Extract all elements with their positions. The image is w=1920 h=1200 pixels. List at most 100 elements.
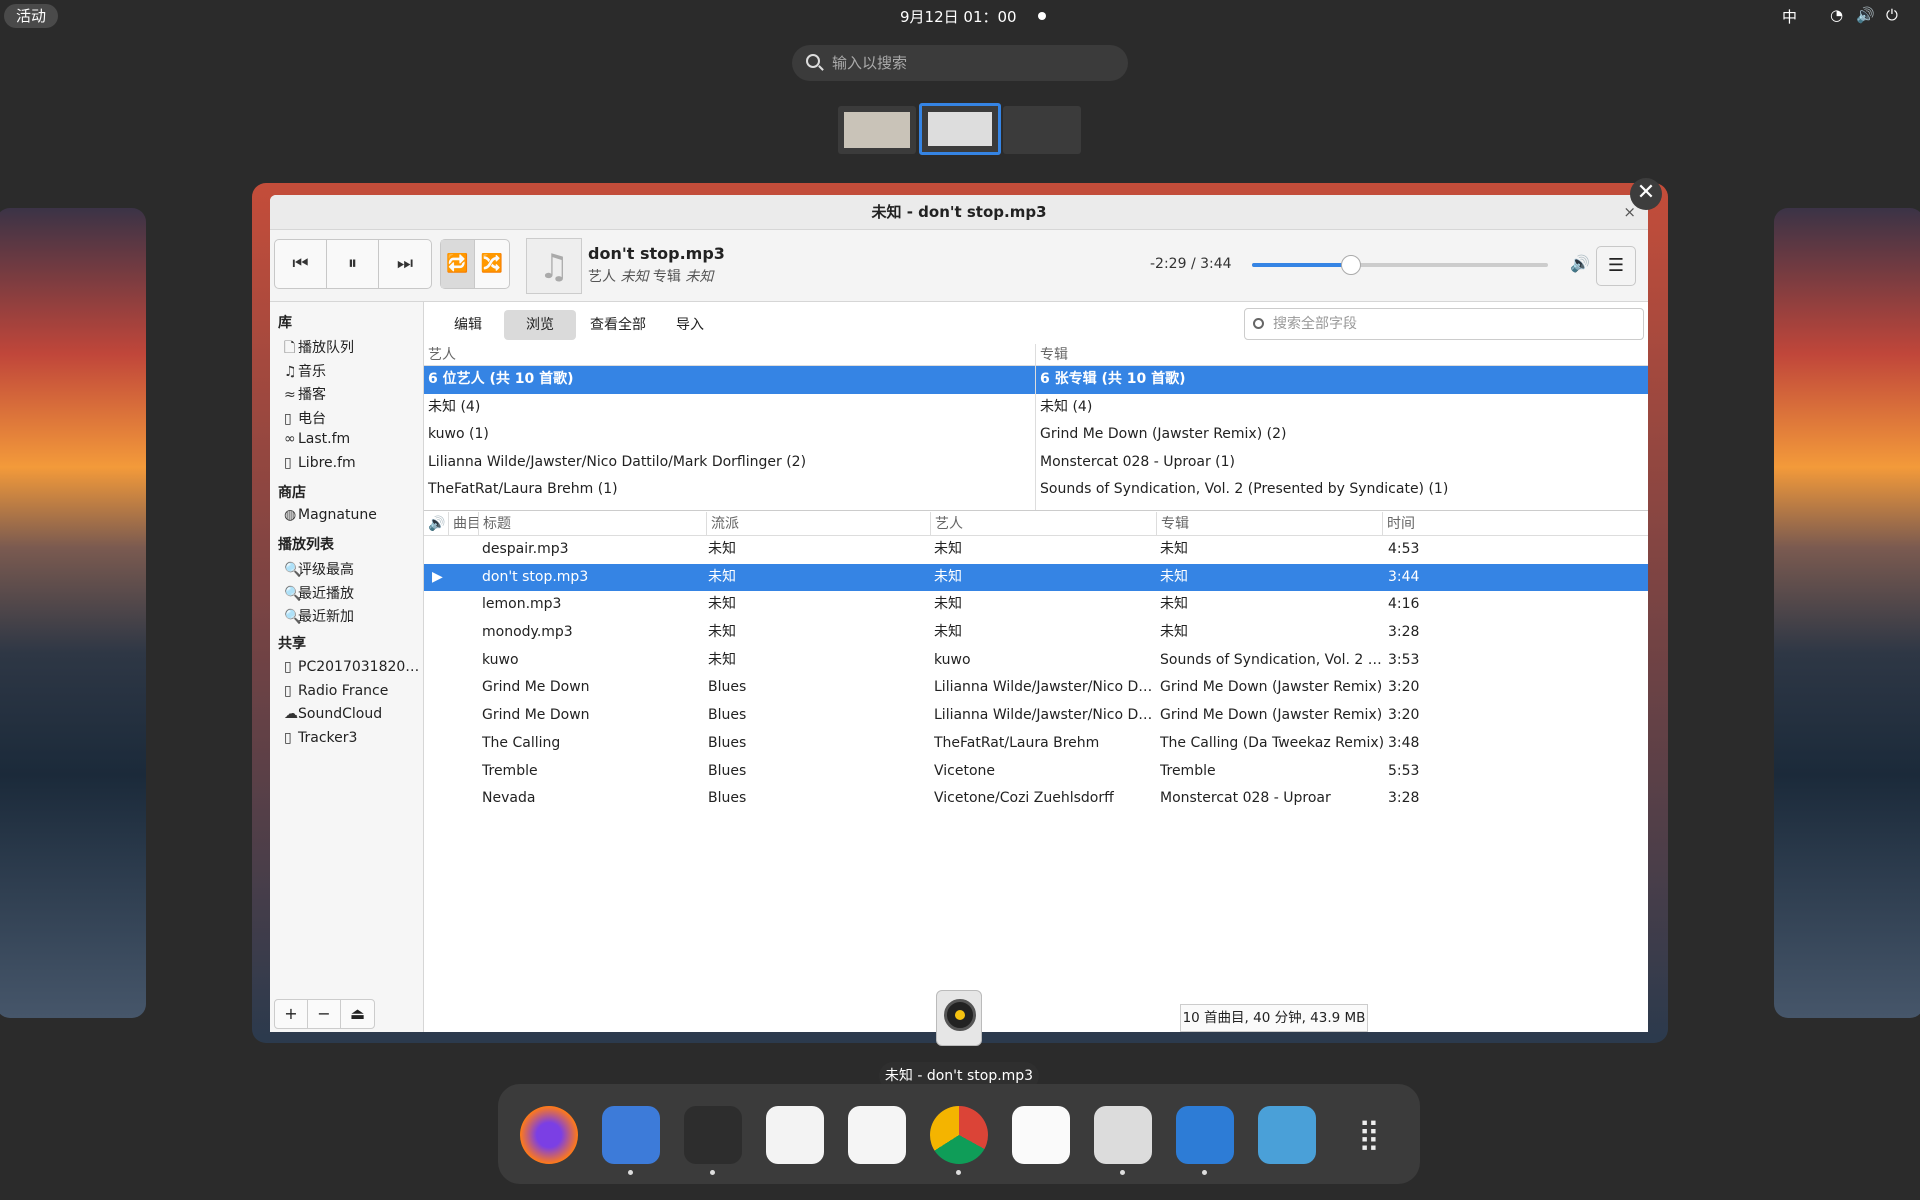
- artist-row[interactable]: Lilianna Wilde/Jawster/Nico Dattilo/Mark…: [424, 449, 1035, 477]
- calendar-icon[interactable]: [848, 1106, 906, 1164]
- cell-time: 5:53: [1388, 762, 1420, 779]
- col-title[interactable]: 标题: [478, 512, 511, 536]
- power-icon[interactable]: ⏻: [1886, 6, 1898, 24]
- wifi-icon[interactable]: ◔: [1830, 6, 1843, 24]
- workspace-thumbnail-2[interactable]: [919, 103, 1001, 155]
- radio-icon: ▯: [284, 410, 292, 427]
- playlists-heading: 播放列表: [278, 537, 334, 553]
- table-row[interactable]: Grind Me Down Blues Lilianna Wilde/Jawster…: [424, 674, 1648, 702]
- col-album[interactable]: 专辑: [1156, 512, 1189, 536]
- sidebar-library-item[interactable]: ▯ Libre.fm: [284, 455, 422, 471]
- dock: ⣿: [498, 1084, 1420, 1184]
- album-row[interactable]: Grind Me Down (Jawster Remix) (2): [1036, 421, 1648, 449]
- workspace-thumbnail-1[interactable]: [838, 106, 916, 154]
- clock[interactable]: 9月12日 01：00: [900, 6, 1017, 27]
- current-song-info: 艺人 未知 专辑 未知: [588, 266, 713, 286]
- sidebar-library-item[interactable]: ≈ 播客: [284, 384, 422, 404]
- previous-button[interactable]: ⏮: [275, 240, 327, 288]
- volume-icon[interactable]: 🔊: [1856, 6, 1875, 24]
- text-editor-icon[interactable]: [1012, 1106, 1070, 1164]
- artist-row[interactable]: TheFatRat/Laura Brehm (1): [424, 476, 1035, 504]
- table-row[interactable]: kuwo 未知 kuwo Sounds of Syndication, Vol. 2 …: [424, 647, 1648, 675]
- table-row[interactable]: Grind Me Down Blues Lilianna Wilde/Jawster…: [424, 702, 1648, 730]
- cell-genre: Blues: [708, 762, 747, 779]
- window-titlebar: 未知 - don't stop.mp3 ×: [270, 195, 1648, 230]
- radio-icon: ▯: [284, 659, 292, 675]
- close-window-icon[interactable]: ✕: [1630, 178, 1662, 210]
- seek-slider[interactable]: [1252, 255, 1548, 275]
- seek-handle[interactable]: [1340, 255, 1361, 275]
- album-row[interactable]: Sounds of Syndication, Vol. 2 (Presented…: [1036, 476, 1648, 504]
- next-button[interactable]: ⏭: [379, 240, 431, 288]
- table-row[interactable]: Tremble Blues Vicetone Tremble 5:53: [424, 758, 1648, 786]
- notification-dot: [1038, 12, 1046, 20]
- col-genre[interactable]: 流派: [706, 512, 739, 536]
- chrome-icon[interactable]: [930, 1106, 988, 1175]
- activities-button[interactable]: 活动: [4, 4, 59, 28]
- cell-title: monody.mp3: [482, 624, 573, 641]
- sidebar-playlist-item[interactable]: 🔍评级最高: [284, 559, 422, 579]
- col-time[interactable]: 时间: [1382, 512, 1415, 536]
- tab-view-all[interactable]: 查看全部: [576, 310, 660, 340]
- artist-row[interactable]: Vicetone (1): [424, 504, 1035, 511]
- terminal-icon[interactable]: [684, 1106, 742, 1175]
- playback-controls: ⏮ ⏸ ⏭: [274, 239, 432, 289]
- overview-search-placeholder: 输入以搜索: [832, 54, 908, 72]
- overview-search[interactable]: 输入以搜索: [792, 45, 1128, 81]
- radio-icon: ▯: [284, 454, 292, 471]
- sidebar-shared-item[interactable]: ▯ PC20170318201…: [284, 659, 422, 675]
- track-list: 🔊 曲目 标题 流派 艺人 专辑 时间 despair.mp3 未知 未知 未知 4:5…: [424, 512, 1648, 813]
- col-track[interactable]: 曲目: [448, 512, 481, 536]
- vscode-icon[interactable]: [1176, 1106, 1234, 1175]
- screenshot-icon[interactable]: [1258, 1106, 1316, 1164]
- filter-search-input[interactable]: 搜索全部字段: [1244, 308, 1644, 340]
- album-row[interactable]: 6 张专辑 (共 10 首歌): [1036, 366, 1648, 394]
- album-row[interactable]: 未知 (4): [1036, 394, 1648, 422]
- album-row[interactable]: Monstercat 028 - Uproar (1): [1036, 449, 1648, 477]
- input-method-indicator[interactable]: 中: [1782, 6, 1797, 27]
- table-row[interactable]: lemon.mp3 未知 未知 未知 4:16: [424, 591, 1648, 619]
- sidebar-shared-item[interactable]: ▯ Radio France: [284, 683, 422, 699]
- pause-button[interactable]: ⏸: [327, 240, 379, 288]
- eject-button[interactable]: ⏏: [341, 1000, 374, 1028]
- sidebar-shared-item[interactable]: ☁SoundCloud: [284, 706, 422, 722]
- cell-time: 3:44: [1388, 568, 1420, 585]
- cell-time: 4:53: [1388, 541, 1420, 557]
- artist-row[interactable]: 6 位艺人 (共 10 首歌): [424, 366, 1035, 394]
- rhythmbox-icon[interactable]: [1094, 1106, 1152, 1175]
- table-row[interactable]: despair.mp3 未知 未知 未知 4:53: [424, 536, 1648, 564]
- volume-button-icon[interactable]: 🔊: [1570, 254, 1590, 273]
- sidebar-library-item[interactable]: ∞ Last.fm: [284, 431, 422, 447]
- artist-row[interactable]: 未知 (4): [424, 394, 1035, 422]
- firefox-icon[interactable]: [520, 1106, 578, 1164]
- table-row[interactable]: ▶ don't stop.mp3 未知 未知 未知 3:44: [424, 563, 1648, 592]
- tab-browse[interactable]: 浏览: [504, 310, 576, 340]
- table-row[interactable]: Nevada Blues Vicetone/Cozi Zuehlsdorff Mons…: [424, 785, 1648, 813]
- app-grid-icon[interactable]: ⣿: [1340, 1106, 1398, 1164]
- shuffle-button[interactable]: 🔀: [475, 240, 509, 288]
- menu-button[interactable]: ☰: [1596, 246, 1636, 286]
- sidebar-library-item[interactable]: 🗋 播放队列: [284, 337, 422, 361]
- col-artist[interactable]: 艺人: [930, 512, 963, 536]
- files-icon[interactable]: [602, 1106, 660, 1175]
- remove-button[interactable]: −: [308, 1000, 341, 1028]
- software-icon[interactable]: [766, 1106, 824, 1164]
- player-toolbar: ⏮ ⏸ ⏭ 🔁 🔀 ♫ don't stop.mp3 艺人 未知 专辑 未知 -…: [270, 230, 1648, 302]
- table-row[interactable]: monody.mp3 未知 未知 未知 3:28: [424, 619, 1648, 647]
- sidebar-shared-item[interactable]: ▯ Tracker3: [284, 730, 422, 746]
- add-playlist-button[interactable]: +: [275, 1000, 308, 1028]
- album-row[interactable]: The Calling (Da Tweekaz Remix) (1): [1036, 504, 1648, 511]
- cell-title: Grind Me Down: [482, 679, 590, 696]
- workspace-thumbnail-3[interactable]: [1003, 106, 1081, 154]
- sidebar-library-item[interactable]: ▯ 电台: [284, 408, 422, 428]
- table-row[interactable]: The Calling Blues TheFatRat/Laura Brehm The…: [424, 730, 1648, 758]
- col-playing[interactable]: 🔊: [424, 512, 445, 536]
- sidebar-store-item[interactable]: ◍ Magnatune: [284, 507, 422, 523]
- repeat-button[interactable]: 🔁: [441, 240, 475, 288]
- artist-row[interactable]: kuwo (1): [424, 421, 1035, 449]
- sidebar-playlist-item[interactable]: 🔍最近新加: [284, 606, 422, 626]
- sidebar-library-item[interactable]: ♫音乐: [284, 361, 422, 381]
- tab-import[interactable]: 导入: [662, 310, 718, 340]
- sidebar-playlist-item[interactable]: 🔍最近播放: [284, 583, 422, 603]
- tab-edit[interactable]: 编辑: [440, 310, 496, 340]
